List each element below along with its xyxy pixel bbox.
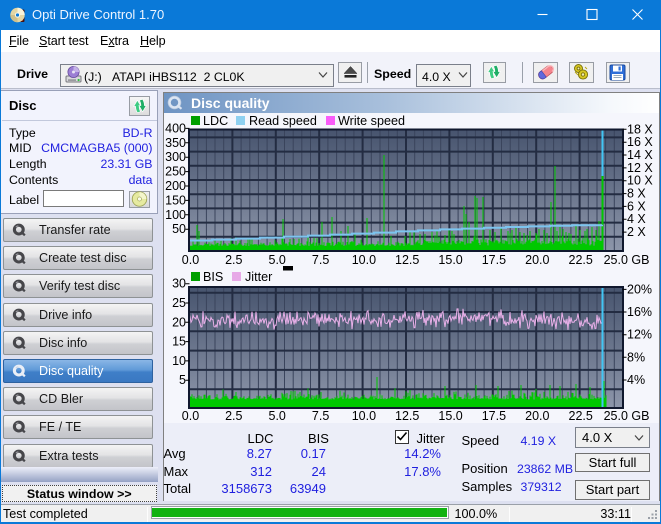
svg-text:25.0 GB: 25.0 GB [604,409,650,423]
svg-text:350: 350 [165,136,186,150]
svg-text:20%: 20% [627,282,652,296]
svg-text:10: 10 [172,354,186,368]
svg-text:BIS: BIS [203,270,223,284]
svg-text:20.0: 20.0 [525,253,549,267]
svg-text:400: 400 [165,121,186,135]
svg-text:Write speed: Write speed [338,114,405,128]
svg-text:15.0: 15.0 [438,409,462,423]
svg-text:2.5: 2.5 [225,409,242,423]
svg-text:16%: 16% [627,305,652,319]
svg-text:22.5: 22.5 [569,253,593,267]
svg-text:0.0: 0.0 [182,409,199,423]
svg-text:25.0 GB: 25.0 GB [604,253,650,267]
svg-text:7.5: 7.5 [312,409,329,423]
svg-text:100: 100 [165,208,186,222]
svg-text:12%: 12% [627,328,652,342]
svg-text:LDC: LDC [203,114,228,128]
svg-text:12.5: 12.5 [395,253,419,267]
svg-text:0.0: 0.0 [182,253,199,267]
svg-text:20.0: 20.0 [525,409,549,423]
svg-text:14 X: 14 X [627,148,653,162]
svg-text:150: 150 [165,193,186,207]
svg-text:17.5: 17.5 [482,253,506,267]
svg-text:200: 200 [165,179,186,193]
svg-text:50: 50 [172,222,186,236]
svg-text:15.0: 15.0 [438,253,462,267]
svg-text:Read speed: Read speed [249,114,317,128]
svg-text:Jitter: Jitter [245,270,272,284]
svg-text:8%: 8% [627,350,645,364]
svg-text:10 X: 10 X [627,174,653,188]
svg-text:4%: 4% [627,373,645,387]
svg-text:12.5: 12.5 [395,409,419,423]
svg-text:5: 5 [179,373,186,387]
svg-text:4 X: 4 X [627,212,646,226]
svg-text:7.5: 7.5 [312,253,329,267]
svg-text:20: 20 [172,315,186,329]
svg-text:30: 30 [172,277,186,291]
svg-text:18 X: 18 X [627,122,653,136]
svg-text:22.5: 22.5 [569,409,593,423]
svg-text:10.0: 10.0 [352,409,376,423]
svg-text:2.5: 2.5 [225,253,242,267]
svg-text:5.0: 5.0 [269,409,286,423]
svg-text:25: 25 [172,296,186,310]
svg-text:2 X: 2 X [627,225,646,239]
svg-text:17.5: 17.5 [482,409,506,423]
svg-text:10.0: 10.0 [352,253,376,267]
svg-text:15: 15 [172,335,186,349]
svg-text:300: 300 [165,150,186,164]
svg-text:250: 250 [165,165,186,179]
svg-text:5.0: 5.0 [269,253,286,267]
